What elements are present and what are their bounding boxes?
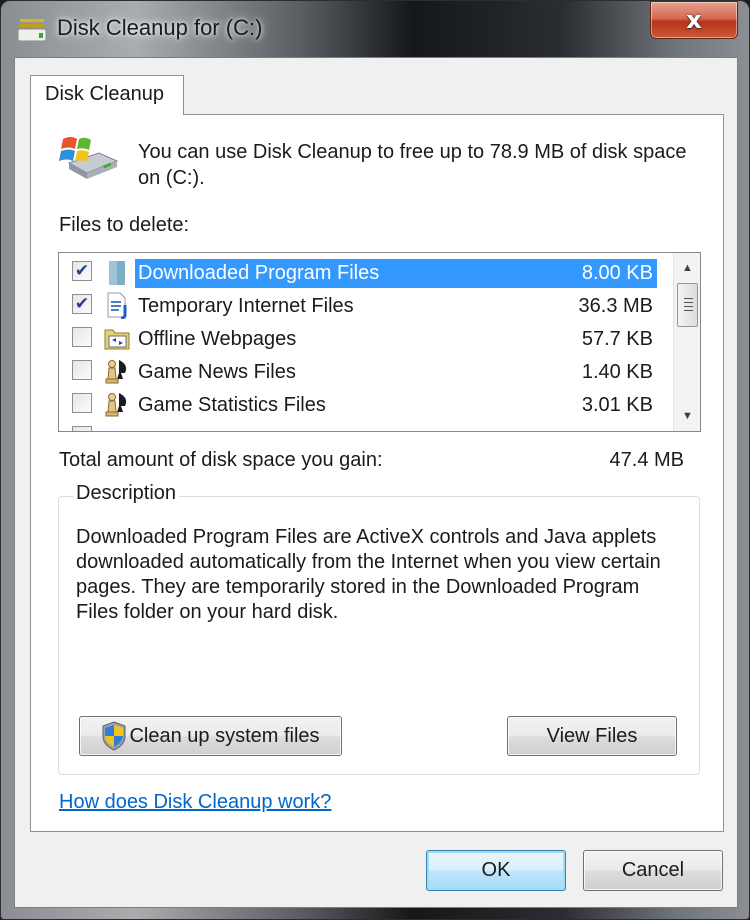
checkbox-temporary-internet-files[interactable]: ✔	[72, 294, 92, 314]
disk-cleanup-panel: You can use Disk Cleanup to free up to 7…	[30, 114, 724, 832]
list-item-partial[interactable]	[59, 420, 673, 431]
cancel-button[interactable]: Cancel	[583, 850, 723, 891]
description-title: Description	[73, 482, 180, 505]
scroll-down-arrow-icon[interactable]: ▼	[674, 403, 700, 429]
item-name: Game News Files	[138, 361, 296, 383]
item-size: 36.3 MB	[578, 295, 653, 317]
item-size: 8.00 KB	[581, 262, 653, 284]
close-icon: x	[686, 6, 702, 34]
close-button[interactable]: x	[650, 1, 738, 39]
item-size: 1.40 KB	[581, 361, 653, 383]
list-scrollbar[interactable]: ▲ ▼	[673, 253, 700, 431]
total-gain-label: Total amount of disk space you gain:	[59, 449, 383, 471]
window-title: Disk Cleanup for (C:)	[57, 15, 263, 40]
checkbox-offline-webpages[interactable]	[72, 327, 92, 347]
list-item[interactable]: Game News Files 1.40 KB	[59, 354, 673, 387]
item-name: Game Statistics Files	[138, 394, 326, 416]
item-name: Temporary Internet Files	[138, 295, 354, 317]
checkbox-downloaded-program-files[interactable]: ✔	[72, 261, 92, 281]
item-size: 3.01 KB	[581, 394, 653, 416]
help-link[interactable]: How does Disk Cleanup work?	[59, 791, 331, 814]
disk-cleanup-window: Disk Cleanup for (C:) x Disk Cleanup You…	[0, 0, 750, 920]
game-chess-icon	[105, 360, 127, 384]
checkbox-game-statistics-files[interactable]	[72, 393, 92, 413]
item-size: 57.7 KB	[581, 328, 653, 350]
uac-shield-icon	[102, 721, 126, 751]
description-group: Description Downloaded Program Files are…	[58, 482, 700, 775]
view-files-button[interactable]: View Files	[507, 716, 677, 756]
list-item[interactable]: Offline Webpages 57.7 KB	[59, 321, 673, 354]
item-name: Offline Webpages	[138, 328, 297, 350]
checkbox-partial[interactable]	[72, 426, 92, 431]
title-bar[interactable]: Disk Cleanup for (C:) x	[1, 1, 750, 53]
document-icon	[107, 292, 127, 319]
files-to-delete-label: Files to delete:	[59, 214, 190, 236]
sync-folder-icon	[104, 329, 130, 350]
files-to-delete-list[interactable]: ✔ Downloaded Program Files 8.00 KB ✔ Tem…	[58, 252, 701, 432]
description-text: Downloaded Program Files are ActiveX con…	[76, 526, 661, 623]
folder-icon	[109, 261, 125, 285]
scroll-up-arrow-icon[interactable]: ▲	[674, 255, 700, 281]
list-item[interactable]: Game Statistics Files 3.01 KB	[59, 387, 673, 420]
ok-button[interactable]: OK	[426, 850, 566, 891]
disk-cleanup-icon	[17, 19, 47, 42]
scroll-thumb[interactable]	[677, 283, 698, 327]
windows-drive-icon	[59, 137, 119, 179]
dialog-client-area: Disk Cleanup You can use Disk Cleanup to…	[14, 57, 738, 908]
clean-up-system-files-label: Clean up system files	[129, 724, 320, 747]
item-name: Downloaded Program Files	[138, 262, 380, 284]
list-item[interactable]: ✔ Downloaded Program Files 8.00 KB	[59, 255, 673, 288]
tab-disk-cleanup[interactable]: Disk Cleanup	[30, 75, 184, 115]
clean-up-system-files-button[interactable]: Clean up system files	[79, 716, 342, 756]
checkbox-game-news-files[interactable]	[72, 360, 92, 380]
game-chess-icon	[105, 393, 127, 417]
list-item[interactable]: ✔ Temporary Internet Files 36.3 MB	[59, 288, 673, 321]
header-description: You can use Disk Cleanup to free up to 7…	[138, 141, 687, 189]
total-gain-value: 47.4 MB	[609, 449, 684, 471]
